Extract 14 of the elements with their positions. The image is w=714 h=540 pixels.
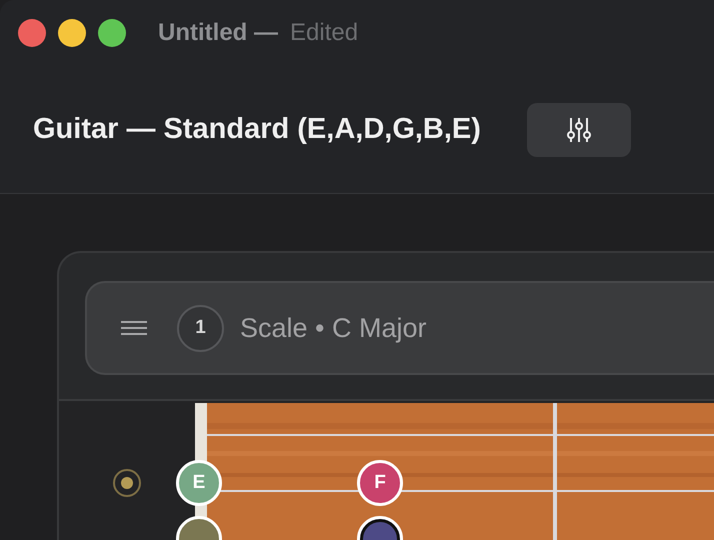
window-title: Untitled —	[158, 19, 278, 47]
menu-icon[interactable]	[121, 321, 147, 335]
layer-bar[interactable]: 1 Scale • C Major	[85, 281, 714, 375]
minimize-button[interactable]	[58, 19, 86, 47]
sliders-icon	[564, 116, 593, 144]
edited-status: Edited	[290, 19, 358, 47]
zoom-button[interactable]	[98, 19, 126, 47]
close-button[interactable]	[18, 19, 46, 47]
note-marker[interactable]: E	[176, 460, 222, 506]
layer-title: Scale • C Major	[240, 312, 427, 344]
layer-number: 1	[177, 304, 224, 352]
string-radio[interactable]	[113, 469, 141, 497]
tuning-title: Guitar — Standard (E,A,D,G,B,E)	[33, 113, 481, 146]
settings-button[interactable]	[526, 102, 631, 156]
